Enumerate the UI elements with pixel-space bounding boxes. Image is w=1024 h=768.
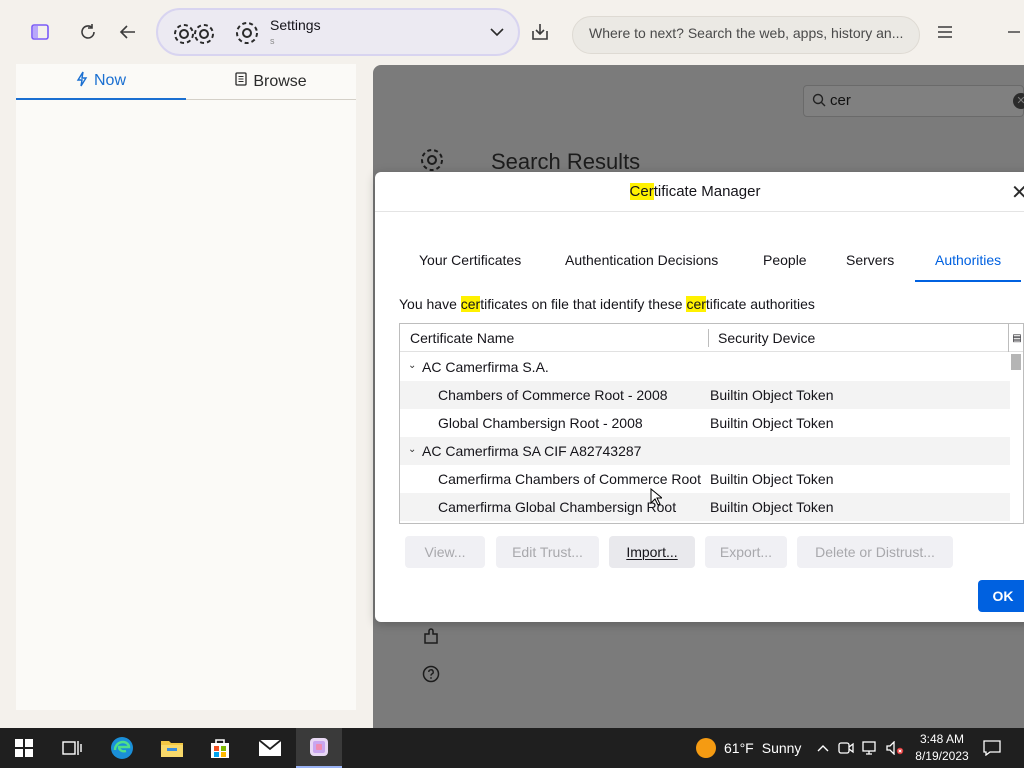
- tree-group-row[interactable]: ⌄ AC Camerfirma S.A.: [400, 353, 1010, 381]
- export-button[interactable]: Export...: [705, 536, 787, 568]
- sidebar-toggle-icon[interactable]: [24, 16, 56, 48]
- chevron-up-icon[interactable]: [814, 728, 832, 768]
- help-icon[interactable]: [422, 665, 440, 688]
- tab-people[interactable]: People: [763, 244, 807, 282]
- column-header-certificate-name[interactable]: Certificate Name: [410, 330, 514, 346]
- certificate-tree[interactable]: Certificate Name Security Device ▤ ⌄ AC …: [399, 323, 1024, 524]
- sidebar: Now Browse: [16, 64, 356, 710]
- weather-temp: 61°F: [724, 740, 754, 756]
- windows-start-icon[interactable]: [0, 728, 48, 768]
- back-arrow-icon[interactable]: [112, 16, 144, 48]
- edit-trust-button[interactable]: Edit Trust...: [496, 536, 599, 568]
- mouse-cursor-icon: [650, 487, 664, 511]
- chevron-down-icon[interactable]: ⌄: [408, 360, 416, 371]
- close-icon[interactable]: ✕: [1011, 180, 1024, 205]
- task-view-icon[interactable]: [50, 728, 94, 768]
- dialog-title: Certificate Manager: [629, 183, 761, 200]
- chevron-down-icon[interactable]: ⌄: [408, 444, 416, 455]
- download-icon[interactable]: [524, 16, 556, 48]
- search-input[interactable]: [589, 25, 914, 41]
- cert-name: Camerfirma Global Chambersign Root: [438, 499, 677, 515]
- tab-your-certificates[interactable]: Your Certificates: [419, 244, 521, 282]
- reload-icon[interactable]: [72, 16, 104, 48]
- cert-device: Builtin Object Token: [710, 471, 834, 487]
- delete-or-distrust-button[interactable]: Delete or Distrust...: [797, 536, 953, 568]
- tree-header: Certificate Name Security Device ▤: [400, 324, 1023, 352]
- settings-gear-icon: [234, 20, 260, 51]
- certificate-manager-dialog: Certificate Manager ✕ Your Certificates …: [375, 172, 1024, 622]
- tab-authorities[interactable]: Authorities: [915, 244, 1022, 282]
- cert-device: Builtin Object Token: [710, 499, 834, 515]
- column-header-security-device[interactable]: Security Device: [718, 330, 815, 346]
- cert-device: Builtin Object Token: [710, 387, 834, 403]
- volume-muted-icon[interactable]: [884, 728, 906, 768]
- clear-icon[interactable]: ✕: [1013, 93, 1024, 109]
- windows-taskbar: 61°F Sunny 3:48 AM 8/19/2023: [0, 728, 1024, 768]
- sidebar-tab-label: Now: [93, 72, 126, 89]
- tree-cert-row[interactable]: Camerfirma Global Chambersign Root Built…: [400, 493, 1010, 521]
- dialog-header: Certificate Manager: [375, 172, 1024, 212]
- store-icon[interactable]: [198, 728, 242, 768]
- group-name: AC Camerfirma SA CIF A82743287: [422, 443, 642, 459]
- lightning-icon: [76, 71, 88, 92]
- url-bar[interactable]: Settings s: [156, 8, 520, 56]
- url-subtitle: s: [270, 36, 275, 46]
- edge-browser-icon[interactable]: [100, 728, 144, 768]
- settings-find-box[interactable]: ✕: [803, 85, 1024, 117]
- sidebar-tab-now[interactable]: Now: [16, 64, 186, 100]
- tree-group-row[interactable]: ⌄ AC Camerfirma SA CIF A82743287: [400, 437, 1010, 465]
- sidebar-tab-browse[interactable]: Browse: [186, 64, 356, 100]
- column-divider[interactable]: [708, 329, 709, 347]
- dialog-tabs: Your Certificates Authentication Decisio…: [399, 244, 1022, 282]
- search-icon: [812, 93, 826, 112]
- minimize-icon[interactable]: [998, 16, 1024, 48]
- network-icon[interactable]: [860, 728, 880, 768]
- mail-icon[interactable]: [246, 728, 294, 768]
- dialog-description: You have certificates on file that ident…: [399, 296, 815, 312]
- chevron-down-icon[interactable]: [490, 24, 504, 42]
- menu-icon[interactable]: [929, 16, 961, 48]
- tab-servers[interactable]: Servers: [846, 244, 894, 282]
- tree-cert-row[interactable]: Chambers of Commerce Root - 2008 Builtin…: [400, 381, 1010, 409]
- url-title: Settings: [270, 17, 321, 33]
- weather-sun-icon[interactable]: [692, 728, 720, 768]
- tree-cert-row[interactable]: Global Chambersign Root - 2008 Builtin O…: [400, 409, 1010, 437]
- sidebar-tab-label: Browse: [253, 72, 307, 90]
- camera-icon[interactable]: [836, 728, 856, 768]
- browser-toolbar: Settings s: [0, 0, 1024, 64]
- cert-name: Camerfirma Chambers of Commerce Root: [438, 471, 701, 487]
- book-icon: [235, 72, 247, 91]
- file-explorer-icon[interactable]: [150, 728, 194, 768]
- view-button[interactable]: View...: [405, 536, 485, 568]
- group-name: AC Camerfirma S.A.: [422, 359, 549, 375]
- tree-cert-row[interactable]: Camerfirma Chambers of Commerce Root Bui…: [400, 465, 1010, 493]
- cert-name: Chambers of Commerce Root - 2008: [438, 387, 668, 403]
- taskbar-clock[interactable]: 3:48 AM 8/19/2023: [912, 731, 972, 765]
- clock-time: 3:48 AM: [919, 732, 965, 746]
- notifications-icon[interactable]: [980, 728, 1004, 768]
- tab-authentication-decisions[interactable]: Authentication Decisions: [565, 244, 718, 282]
- clock-date: 8/19/2023: [915, 749, 969, 763]
- settings-gears-icon: [166, 16, 222, 52]
- weather-text: Sunny: [761, 740, 802, 756]
- import-button[interactable]: Import...: [609, 536, 695, 568]
- column-picker-icon[interactable]: ▤: [1008, 324, 1023, 352]
- cert-name: Global Chambersign Root - 2008: [438, 415, 643, 431]
- weather-widget[interactable]: 61°F Sunny: [724, 728, 808, 768]
- cert-device: Builtin Object Token: [710, 415, 834, 431]
- search-bar[interactable]: [572, 16, 920, 54]
- extensions-icon[interactable]: [422, 628, 440, 651]
- settings-find-input[interactable]: [830, 92, 1010, 109]
- ok-button[interactable]: OK: [978, 580, 1024, 612]
- scrollbar-thumb[interactable]: [1011, 354, 1021, 370]
- browser-taskbar-icon[interactable]: [296, 728, 342, 768]
